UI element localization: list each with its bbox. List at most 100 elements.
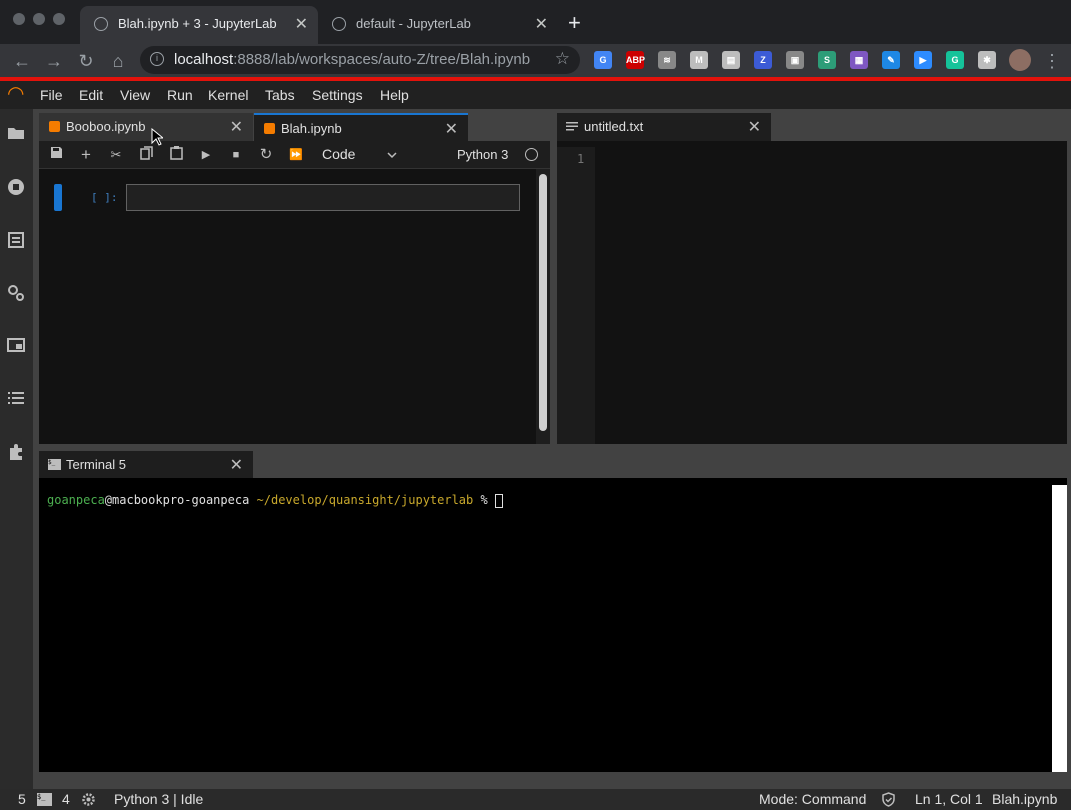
tab-title: Booboo.ipynb: [66, 119, 146, 134]
menu-edit[interactable]: Edit: [79, 87, 103, 103]
browser-tab-title: Blah.ipynb + 3 - JupyterLab: [118, 16, 277, 31]
zotero-ext-icon[interactable]: Z: [754, 51, 772, 69]
browser-tab-default[interactable]: default - JupyterLab ✕: [318, 6, 558, 44]
kernel-name[interactable]: Python 3: [457, 147, 508, 162]
kernel-status-icon: [525, 148, 538, 161]
puzzle-ext-icon[interactable]: ✱: [978, 51, 996, 69]
close-icon[interactable]: ✕: [295, 14, 308, 34]
notebook-icon: [49, 121, 60, 132]
line-number-gutter: 1: [557, 147, 595, 444]
back-icon[interactable]: ←: [10, 49, 34, 73]
terminal-cursor: [494, 493, 503, 508]
address-bar[interactable]: i localhost:8888/lab/workspaces/auto-Z/t…: [140, 46, 580, 74]
profile-avatar[interactable]: [1009, 49, 1031, 71]
window-minimize-dot[interactable]: [33, 13, 45, 25]
toc-icon[interactable]: [6, 390, 26, 410]
kernel-status[interactable]: Python 3 | Idle: [114, 791, 203, 807]
cursor-position[interactable]: Ln 1, Col 1: [915, 791, 983, 807]
terminal-icon: $_: [48, 459, 61, 470]
new-tab-button[interactable]: +: [568, 10, 581, 36]
layers-ext-icon[interactable]: ≋: [658, 51, 676, 69]
extension-icon[interactable]: [6, 443, 26, 463]
tabs-icon[interactable]: [6, 337, 26, 357]
pen-ext-icon[interactable]: ✎: [882, 51, 900, 69]
terminal-panel[interactable]: goanpeca@macbookpro-goanpeca ~/develop/q…: [39, 478, 1067, 772]
translate-ext-icon[interactable]: G: [594, 51, 612, 69]
close-icon[interactable]: ✕: [535, 14, 548, 34]
terminal-prompt: %: [473, 493, 495, 507]
terminal-scrollbar[interactable]: [1052, 485, 1067, 772]
bookmark-star-icon[interactable]: ☆: [555, 49, 570, 69]
menu-settings[interactable]: Settings: [312, 87, 363, 103]
tab-title: Terminal 5: [66, 457, 126, 472]
run-icon[interactable]: ▶: [197, 146, 215, 164]
text-file-icon: [566, 121, 578, 136]
stop-icon[interactable]: ■: [227, 146, 245, 164]
code-cell-input[interactable]: [126, 184, 520, 211]
notebook-panel: [ ]:: [39, 169, 550, 444]
close-icon[interactable]: ✕: [230, 455, 243, 475]
tab-booboo-notebook[interactable]: Booboo.ipynb ✕: [39, 113, 253, 142]
notebook-icon: [264, 123, 275, 134]
reload-icon[interactable]: ↻: [74, 49, 98, 73]
cell-collapser[interactable]: [54, 184, 62, 211]
pattern-ext-icon[interactable]: ▦: [850, 51, 868, 69]
shield-check-icon: [881, 792, 896, 810]
doc-ext-icon[interactable]: ▤: [722, 51, 740, 69]
commands-icon[interactable]: [6, 231, 26, 251]
current-file: Blah.ipynb: [992, 791, 1058, 807]
text-editor-panel[interactable]: 1: [557, 141, 1067, 444]
menu-help[interactable]: Help: [380, 87, 409, 103]
cell-prompt: [ ]:: [91, 191, 118, 204]
window-close-dot[interactable]: [13, 13, 25, 25]
browser-toolbar: ← → ↻ ⌂ i localhost:8888/lab/workspaces/…: [0, 44, 1071, 78]
running-icon[interactable]: [6, 178, 26, 198]
cut-icon[interactable]: ✂: [107, 146, 125, 164]
browser-tab-jupyterlab-blah[interactable]: Blah.ipynb + 3 - JupyterLab ✕: [80, 6, 318, 44]
terminal-host: @macbookpro-goanpeca: [104, 493, 250, 507]
close-icon[interactable]: ✕: [748, 117, 761, 137]
jupyter-menubar: ◠ File Edit View Run Kernel Tabs Setting…: [0, 81, 1071, 109]
notebook-scrollbar[interactable]: [536, 169, 550, 444]
s-ext-icon[interactable]: S: [818, 51, 836, 69]
menu-run[interactable]: Run: [167, 87, 193, 103]
scrollbar-thumb[interactable]: [539, 174, 547, 431]
property-inspector-icon[interactable]: [6, 284, 26, 304]
home-icon[interactable]: ⌂: [106, 49, 130, 73]
notebook-mode: Mode: Command: [759, 791, 867, 807]
shield-ext-icon[interactable]: M: [690, 51, 708, 69]
tab-terminal[interactable]: $_ Terminal 5 ✕: [39, 451, 253, 480]
add-cell-icon[interactable]: +: [77, 146, 95, 164]
kernel-count[interactable]: 4: [62, 791, 70, 807]
chrome-menu-icon[interactable]: ⋮: [1040, 49, 1064, 73]
info-icon[interactable]: i: [150, 52, 164, 66]
adblock-ext-icon[interactable]: ABP: [626, 51, 645, 69]
tab-untitled-txt[interactable]: untitled.txt ✕: [557, 113, 771, 142]
line-number: 1: [577, 152, 585, 166]
cell-type-select[interactable]: Code: [322, 146, 355, 162]
menu-file[interactable]: File: [40, 87, 63, 103]
paste-icon[interactable]: [167, 146, 185, 164]
zoom-ext-icon[interactable]: ▶: [914, 51, 932, 69]
folder-icon[interactable]: [6, 125, 26, 145]
save-icon[interactable]: [47, 146, 65, 164]
globe-icon: [332, 17, 346, 31]
fast-forward-icon[interactable]: ⏩: [287, 146, 305, 164]
left-sidebar: [0, 109, 33, 789]
briefcase-ext-icon[interactable]: ▣: [786, 51, 804, 69]
restart-icon[interactable]: ↻: [257, 146, 275, 164]
url-text: localhost:8888/lab/workspaces/auto-Z/tre…: [174, 51, 531, 68]
menu-kernel[interactable]: Kernel: [208, 87, 248, 103]
menu-view[interactable]: View: [120, 87, 150, 103]
mouse-cursor-icon: [151, 127, 165, 151]
close-icon[interactable]: ✕: [230, 117, 243, 137]
tab-blah-notebook[interactable]: Blah.ipynb ✕: [254, 113, 468, 142]
grammarly-ext-icon[interactable]: G: [946, 51, 964, 69]
menu-tabs[interactable]: Tabs: [265, 87, 295, 103]
chevron-down-icon[interactable]: [387, 147, 397, 165]
close-icon[interactable]: ✕: [445, 119, 458, 139]
browser-tab-title: default - JupyterLab: [356, 16, 471, 31]
terminal-count[interactable]: 5: [18, 791, 26, 807]
forward-icon[interactable]: →: [42, 49, 66, 73]
window-zoom-dot[interactable]: [53, 13, 65, 25]
